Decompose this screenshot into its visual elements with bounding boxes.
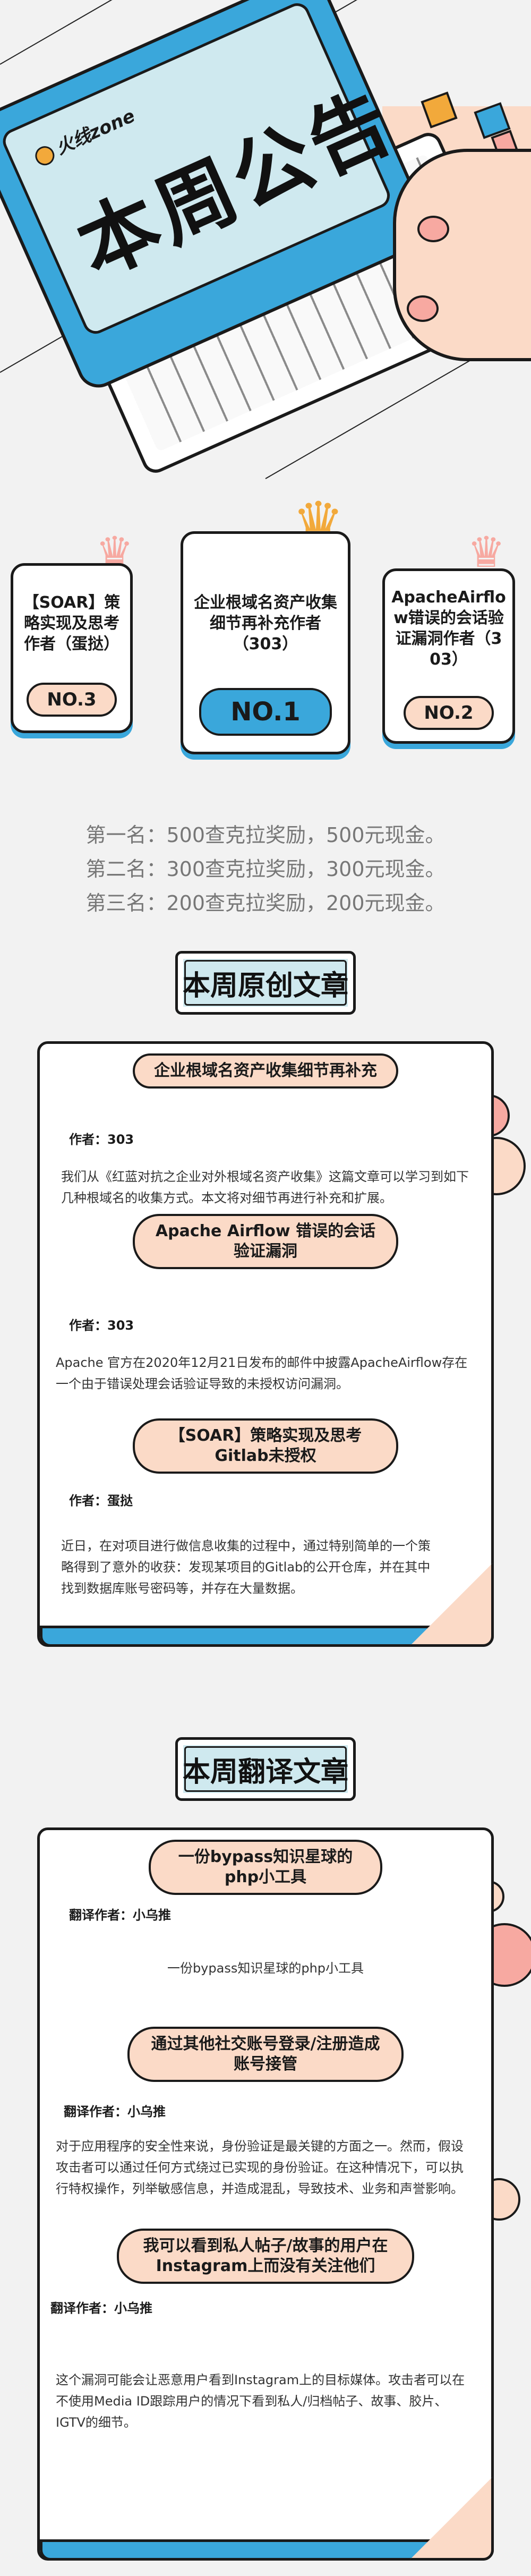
article-summary: Apache 官方在2020年12月21日发布的邮件中披露ApacheAirfl… xyxy=(56,1355,468,1391)
article-title[interactable]: 一份bypass知识星球的php小工具 xyxy=(149,1840,382,1895)
article-author: 翻译作者：小乌推 xyxy=(50,2301,152,2316)
article-summary: 一份bypass知识星球的php小工具 xyxy=(167,1961,364,1976)
translated-articles-panel: 一份bypass知识星球的php小工具 翻译作者：小乌推 一份bypass知识星… xyxy=(37,1827,494,2561)
article-author: 翻译作者：小乌推 xyxy=(64,2104,166,2119)
section-title-translated: 本周翻译文章 xyxy=(175,1737,356,1801)
rank-card-third: 【SOAR】策略实现及思考作者（蛋挞） NO.3 xyxy=(11,563,133,733)
article-title[interactable]: 我可以看到私人帖子/故事的用户在Instagram上而没有关注他们 xyxy=(117,2229,414,2284)
ranking-podium: ♛ 【SOAR】策略实现及思考作者（蛋挞） NO.3 ♛ 企业根域名资产收集细节… xyxy=(0,494,531,786)
article-author: 作者：303 xyxy=(69,1318,134,1333)
hero-illustration: 火线zone 本周公告 xyxy=(0,0,531,510)
rank-badge: NO.2 xyxy=(404,696,494,730)
article-summary: 近日，在对项目进行做信息收集的过程中，通过特别简单的一个策略得到了意外的收获：发… xyxy=(61,1538,431,1596)
rank-badge: NO.3 xyxy=(27,683,117,717)
hero-headline: 本周公告 xyxy=(64,73,409,295)
article-summary: 我们从《红蓝对抗之企业对外根域名资产收集》这篇文章可以学习到如下几种根域名的收集… xyxy=(61,1169,469,1205)
article-author: 作者：蛋挞 xyxy=(69,1493,133,1508)
rank-card-first: 企业根域名资产收集细节再补充作者（303） NO.1 xyxy=(181,531,350,754)
article-summary: 这个漏洞可能会让恶意用户看到Instagram上的目标媒体。攻击者可以在不使用M… xyxy=(56,2373,465,2430)
prize-line: 第三名：200查克拉奖励，200元现金。 xyxy=(85,891,446,915)
original-articles-panel: 企业根域名资产收集细节再补充 作者：303 我们从《红蓝对抗之企业对外根域名资产… xyxy=(37,1041,494,1647)
crown-icon: ♛ xyxy=(467,528,506,577)
brand-logo: 火线zone xyxy=(30,101,139,169)
article-summary: 对于应用程序的安全性来说，身份验证是最关键的方面之一。然而，假设攻击者可以通过任… xyxy=(56,2139,464,2196)
logo-icon xyxy=(32,142,57,168)
article-title[interactable]: 企业根域名资产收集细节再补充 xyxy=(133,1053,398,1089)
article-title[interactable]: Apache Airflow 错误的会话验证漏洞 xyxy=(133,1214,398,1269)
article-title[interactable]: 【SOAR】策略实现及思考 Gitlab未授权 xyxy=(133,1418,398,1474)
article-author: 翻译作者：小乌推 xyxy=(69,1908,171,1923)
article-author: 作者：303 xyxy=(69,1132,134,1147)
prize-list: 第一名：500查克拉奖励，500元现金。 第二名：300查克拉奖励，300元现金… xyxy=(0,818,531,920)
prize-line: 第二名：300查克拉奖励，300元现金。 xyxy=(85,857,446,881)
section-title-original: 本周原创文章 xyxy=(175,951,356,1015)
article-title[interactable]: 通过其他社交账号登录/注册造成账号接管 xyxy=(127,2027,404,2082)
hand-illustration xyxy=(393,149,531,361)
rank-badge: NO.1 xyxy=(199,688,332,736)
rank-card-second: ApacheAirflow错误的会话验证漏洞作者（303） NO.2 xyxy=(382,568,515,744)
prize-line: 第一名：500查克拉奖励，500元现金。 xyxy=(85,823,446,847)
